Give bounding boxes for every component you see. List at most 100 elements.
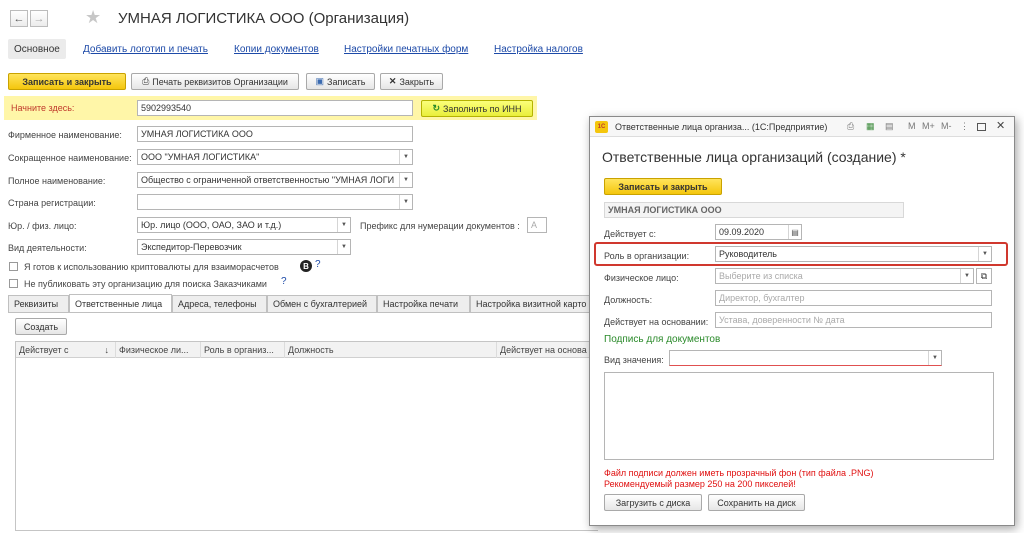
print-icon[interactable]: ⎙	[847, 121, 854, 132]
role-value: Руководитель	[719, 249, 777, 259]
nav-tax-settings[interactable]: Настройка налогов	[494, 44, 583, 55]
basis-placeholder: Устава, доверенности № дата	[719, 315, 845, 325]
position-label: Должность:	[604, 295, 653, 305]
nav-print-settings[interactable]: Настройки печатных форм	[344, 44, 468, 55]
activity-select[interactable]: Экспедитор-Перевозчик ▼	[137, 239, 351, 255]
nav-add-logo[interactable]: Добавить логотип и печать	[83, 44, 208, 55]
fill-by-inn-button[interactable]: ↻ Заполнить по ИНН	[421, 100, 533, 117]
entity-type-select[interactable]: Юр. лицо (ООО, ОАО, ЗАО и т.д.) ▼	[137, 217, 351, 233]
nav-main[interactable]: Основное	[8, 39, 66, 59]
chevron-down-icon[interactable]: ▼	[978, 247, 991, 261]
activity-label: Вид деятельности:	[8, 243, 87, 253]
tab-responsible-persons[interactable]: Ответственные лица	[69, 294, 172, 312]
signature-image-area[interactable]	[604, 372, 994, 460]
tab-requisites[interactable]: Реквизиты	[8, 295, 69, 312]
chevron-down-icon[interactable]: ▼	[399, 173, 412, 187]
publish-checkbox[interactable]	[9, 279, 18, 288]
organization-field: УМНАЯ ЛОГИСТИКА ООО	[604, 202, 904, 218]
col-valid-from[interactable]: Действует с ↓	[16, 342, 116, 358]
arrow-right-icon: →	[33, 12, 45, 25]
window-title: УМНАЯ ЛОГИСТИКА ООО (Организация)	[118, 10, 410, 27]
start-here-label: Начните здесь:	[11, 103, 75, 113]
chevron-down-icon[interactable]: ▼	[960, 269, 973, 283]
country-input[interactable]: ▼	[137, 194, 413, 210]
tab-business-card[interactable]: Настройка визитной карто	[470, 295, 595, 312]
bitcoin-icon: B	[300, 260, 312, 272]
activity-value: Экспедитор-Перевозчик	[141, 242, 242, 252]
chevron-down-icon[interactable]: ▼	[337, 218, 350, 232]
full-name-label: Полное наименование:	[8, 176, 106, 186]
open-icon[interactable]: ⧉	[976, 268, 992, 284]
col-basis[interactable]: Действует на основа	[497, 342, 599, 358]
basis-input[interactable]: Устава, доверенности № дата	[715, 312, 992, 328]
back-button[interactable]: ←	[10, 10, 28, 27]
value-kind-select[interactable]: ▼	[669, 350, 942, 366]
tab-print-settings[interactable]: Настройка печати	[377, 295, 470, 312]
prefix-input[interactable]: А	[527, 217, 547, 233]
chevron-down-icon[interactable]: ▼	[928, 351, 941, 365]
valid-from-input[interactable]: 09.09.2020 ▤	[715, 224, 802, 240]
full-name-value: Общество с ограниченной ответственностью…	[141, 175, 395, 185]
prefix-label: Префикс для нумерации документов :	[360, 221, 520, 231]
position-input[interactable]: Директор, бухгалтер	[715, 290, 992, 306]
close-icon: ✕	[388, 76, 397, 86]
valid-from-label: Действует с:	[604, 229, 657, 239]
load-from-disk-button[interactable]: Загрузить с диска	[604, 494, 702, 511]
sort-down-icon: ↓	[104, 345, 110, 355]
save-button[interactable]: ▣ Записать	[306, 73, 375, 90]
fill-by-inn-label: Заполнить по ИНН	[443, 103, 522, 114]
memory-minus-icon[interactable]: M-	[941, 121, 952, 131]
publish-label: Не публиковать эту организацию для поиск…	[24, 279, 267, 289]
arrow-left-icon: ←	[13, 12, 25, 25]
dialog-save-close-button[interactable]: Записать и закрыть	[604, 178, 722, 195]
help-icon[interactable]: ?	[281, 276, 287, 287]
printer-icon: ⎙	[142, 76, 150, 86]
full-name-input[interactable]: Общество с ограниченной ответственностью…	[137, 172, 413, 188]
close-window-icon[interactable]: ✕	[996, 119, 1005, 132]
memory-plus-icon[interactable]: M+	[922, 121, 935, 131]
menu-icon[interactable]: ⋮	[960, 121, 969, 132]
basis-label: Действует на основании:	[604, 317, 709, 327]
inn-input[interactable]: 5902993540	[137, 100, 413, 116]
crypto-checkbox[interactable]	[9, 262, 18, 271]
firm-name-input[interactable]: УМНАЯ ЛОГИСТИКА ООО	[137, 126, 413, 142]
warning-line-2: Рекомендуемый размер 250 на 200 пикселей…	[604, 479, 796, 489]
print-requisites-button[interactable]: ⎙ Печать реквизитов Организации	[131, 73, 299, 90]
chevron-down-icon[interactable]: ▼	[399, 150, 412, 164]
help-icon[interactable]: ?	[315, 259, 321, 270]
col-valid-from-label: Действует с	[19, 345, 69, 355]
chevron-down-icon[interactable]: ▼	[337, 240, 350, 254]
maximize-icon[interactable]	[977, 123, 986, 131]
role-select[interactable]: Руководитель ▼	[715, 246, 992, 262]
memory-m-icon[interactable]: M	[908, 121, 916, 131]
tab-exchange[interactable]: Обмен с бухгалтерией	[267, 295, 377, 312]
country-label: Страна регистрации:	[8, 198, 96, 208]
dialog-heading: Ответственные лица организаций (создание…	[602, 149, 906, 165]
position-placeholder: Директор, бухгалтер	[719, 293, 805, 303]
entity-type-label: Юр. / физ. лицо:	[8, 221, 77, 231]
responsible-persons-dialog: 1С Ответственные лица организа... (1С:Пр…	[589, 116, 1015, 526]
save-close-button[interactable]: Записать и закрыть	[8, 73, 126, 90]
short-name-input[interactable]: ООО "УМНАЯ ЛОГИСТИКА" ▼	[137, 149, 413, 165]
create-button[interactable]: Создать	[15, 318, 67, 335]
chevron-down-icon[interactable]: ▼	[399, 195, 412, 209]
tab-addresses[interactable]: Адреса, телефоны	[172, 295, 267, 312]
firm-name-label: Фирменное наименование:	[8, 130, 122, 140]
close-button[interactable]: ✕ Закрыть	[380, 73, 443, 90]
responsible-table[interactable]: Действует с ↓ Физическое ли... Роль в ор…	[15, 341, 598, 531]
tabs-baseline	[8, 312, 598, 313]
col-position[interactable]: Должность	[285, 342, 497, 358]
favorite-star-icon[interactable]: ★	[85, 7, 101, 28]
person-select[interactable]: Выберите из списка ▼	[715, 268, 974, 284]
calendar-icon[interactable]: ▤	[885, 121, 894, 132]
nav-doc-copies[interactable]: Копии документов	[234, 44, 319, 55]
col-role[interactable]: Роль в организ...	[201, 342, 285, 358]
forward-button[interactable]: →	[30, 10, 48, 27]
valid-from-value: 09.09.2020	[719, 227, 765, 237]
save-to-disk-button[interactable]: Сохранить на диск	[708, 494, 805, 511]
dialog-titlebar: 1С Ответственные лица организа... (1С:Пр…	[590, 117, 1014, 137]
col-person[interactable]: Физическое ли...	[116, 342, 201, 358]
calendar-icon[interactable]: ▤	[788, 225, 801, 239]
spreadsheet-icon[interactable]: ▦	[866, 121, 875, 132]
signature-heading: Подпись для документов	[604, 334, 721, 345]
